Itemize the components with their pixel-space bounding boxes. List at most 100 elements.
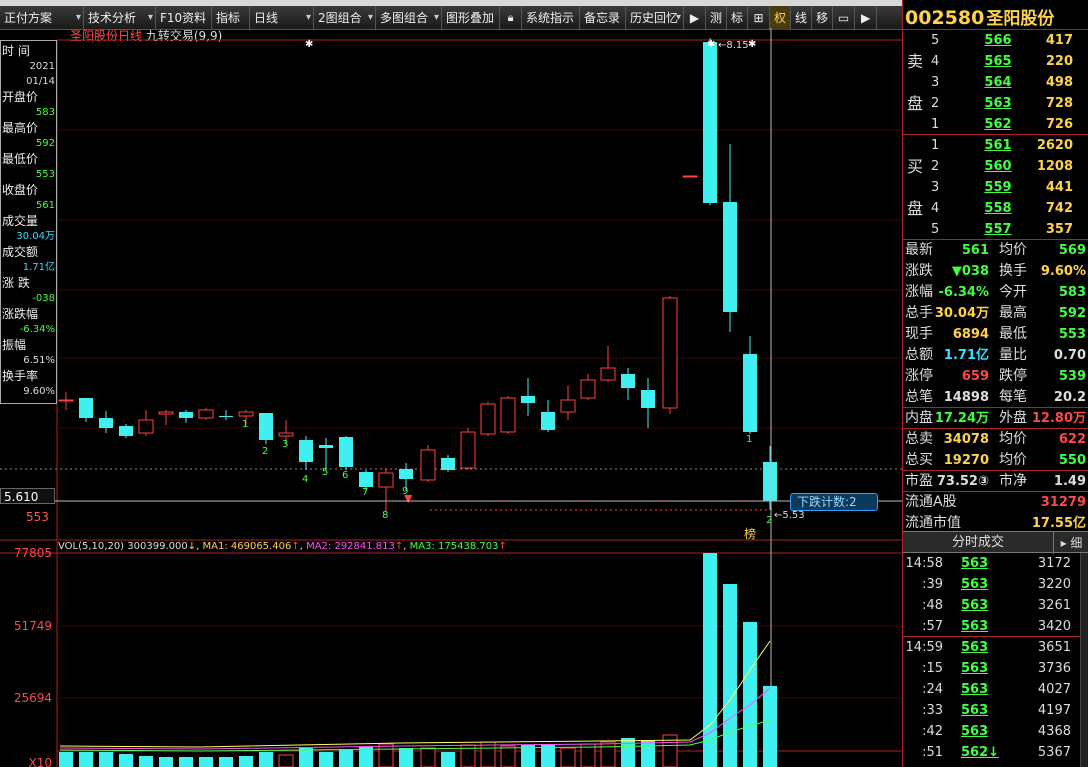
price: 562: [984, 117, 1012, 132]
volume-bar: [420, 747, 436, 767]
vol-tick-4: X10: [28, 756, 53, 767]
quote-value: 17.24万: [934, 411, 989, 426]
buy-row[interactable]: 1 561 2620: [931, 135, 1081, 156]
volume: 220: [1045, 54, 1073, 69]
nine-turn-count: 2: [262, 446, 268, 457]
candle-body: [179, 412, 193, 418]
quote-label-2: 每笔: [999, 389, 1027, 405]
tick-row: :42 563 4368: [903, 721, 1088, 742]
candle-body: [560, 399, 576, 413]
quote-row: 内盘 17.24万 外盘 12.80万: [903, 408, 1088, 429]
tick-price: 563: [961, 577, 989, 592]
candle-body: [743, 354, 757, 432]
info-value: 9.60%: [23, 386, 55, 397]
quote-label: 流通A股: [905, 494, 957, 510]
tick-price: 563: [961, 703, 989, 718]
volume-bar: [359, 747, 373, 767]
candle-body: [259, 413, 273, 440]
level: 4: [931, 54, 940, 69]
volume-bar: [560, 747, 576, 767]
tick-header: 分时成交 ▸ 细: [903, 531, 1088, 554]
buy-row[interactable]: 5 557 357: [931, 219, 1081, 240]
detail-button[interactable]: ▸ 细: [1053, 532, 1088, 554]
tick-scrollbar[interactable]: [1080, 553, 1088, 767]
buy-row[interactable]: 4 558 742: [931, 198, 1081, 219]
quote-label: 总额: [905, 347, 933, 363]
right-quote-panel: 002580 圣阳股份 卖 盘 5 566 417 4 565 220 3 564 498 2 563…: [902, 0, 1088, 767]
sell-row[interactable]: 1 562 726: [931, 114, 1081, 135]
volume-bar: [441, 752, 455, 767]
tick-price: 563: [961, 682, 989, 697]
info-value: 561: [35, 200, 55, 211]
quote-label: 现手: [905, 326, 933, 342]
volume-bar: [723, 584, 737, 767]
tick-price: 563: [961, 640, 989, 655]
volume: 726: [1045, 117, 1073, 132]
buy-row[interactable]: 3 559 441: [931, 177, 1081, 198]
price: 561: [984, 138, 1012, 153]
volume-bar: [159, 757, 173, 767]
candle-body: [480, 403, 496, 435]
tick-time: 14:59: [905, 640, 943, 655]
level: 3: [931, 75, 940, 90]
quote-label: 涨停: [905, 368, 933, 384]
buy-row[interactable]: 2 560 1208: [931, 156, 1081, 177]
quote-value: 34078: [943, 432, 989, 447]
tick-time: :39: [922, 577, 943, 592]
tick-title[interactable]: 分时成交: [903, 532, 1053, 554]
info-label: 涨 跌: [2, 276, 30, 290]
info-label: 振幅: [2, 338, 27, 352]
candle-body: [378, 472, 394, 488]
vol-value: 300399.000: [127, 541, 188, 552]
candle-body: [79, 398, 93, 418]
sell-row[interactable]: 3 564 498: [931, 72, 1081, 93]
quote-value-2: 622: [1058, 432, 1086, 447]
quote-label: 总手: [905, 305, 933, 321]
sell-row[interactable]: 5 566 417: [931, 30, 1081, 51]
quote-row: 总额 1.71亿 量比 0.70: [903, 345, 1088, 366]
tick-price: 563: [961, 556, 989, 571]
volume-bar: [521, 745, 535, 767]
nine-turn-count: 8: [382, 510, 388, 521]
quote-label: 总买: [905, 452, 933, 468]
quote-value: ▼038: [951, 264, 989, 279]
volume-title: VOL(5,10,20) 300399.000↓, MA1: 469065.40…: [58, 541, 507, 552]
quote-value: 561: [961, 243, 989, 258]
info-label: 成交量: [2, 214, 39, 228]
candle-body: [621, 374, 635, 388]
sell-row[interactable]: 4 565 220: [931, 51, 1081, 72]
nine-turn-count: 4: [302, 474, 308, 485]
quote-label: 最新: [905, 242, 933, 258]
quote-label-2: 量比: [999, 347, 1027, 363]
volume-bar: [378, 743, 394, 767]
tick-volume: 4027: [1037, 682, 1071, 697]
volume-bar: [119, 754, 133, 767]
vol-ma2: MA2: 292841.813: [306, 541, 395, 552]
bang-label: 榜: [744, 526, 756, 541]
volume-bar: [743, 622, 757, 767]
stock-code: 002580: [905, 7, 985, 29]
quote-value: 73.52③: [936, 474, 989, 489]
tick-price: 562↓: [961, 745, 1000, 760]
tick-time: :24: [922, 682, 943, 697]
tick-row: :57 563 3420: [903, 616, 1088, 637]
tick-volume: 3651: [1037, 640, 1071, 655]
nine-turn-count: 1: [242, 419, 248, 430]
tick-price: 563: [961, 619, 989, 634]
info-value-2: 01/14: [26, 76, 55, 87]
volume-bar: [239, 756, 253, 767]
volume-bar: [621, 738, 635, 767]
kline-chart[interactable]: 12345 678912▼✱ ✱ ✱←8.15←5.53榜: [0, 0, 902, 767]
volume-bar: [480, 741, 496, 767]
info-label: 成交额: [2, 245, 39, 259]
tick-row: 14:58 563 3172: [903, 553, 1088, 574]
sell-row[interactable]: 2 563 728: [931, 93, 1081, 114]
tick-time: 14:58: [905, 556, 943, 571]
info-label: 最高价: [2, 121, 39, 135]
sell-orderbook: 卖 盘 5 566 417 4 565 220 3 564 498 2 563 728 1 562 726: [903, 30, 1088, 135]
vol-ma1: MA1: 469065.406: [202, 541, 292, 552]
sell-label-2: 盘: [906, 94, 923, 113]
star-marker: ✱: [707, 39, 715, 50]
candle-body: [521, 396, 535, 403]
candle-body: [238, 411, 254, 417]
